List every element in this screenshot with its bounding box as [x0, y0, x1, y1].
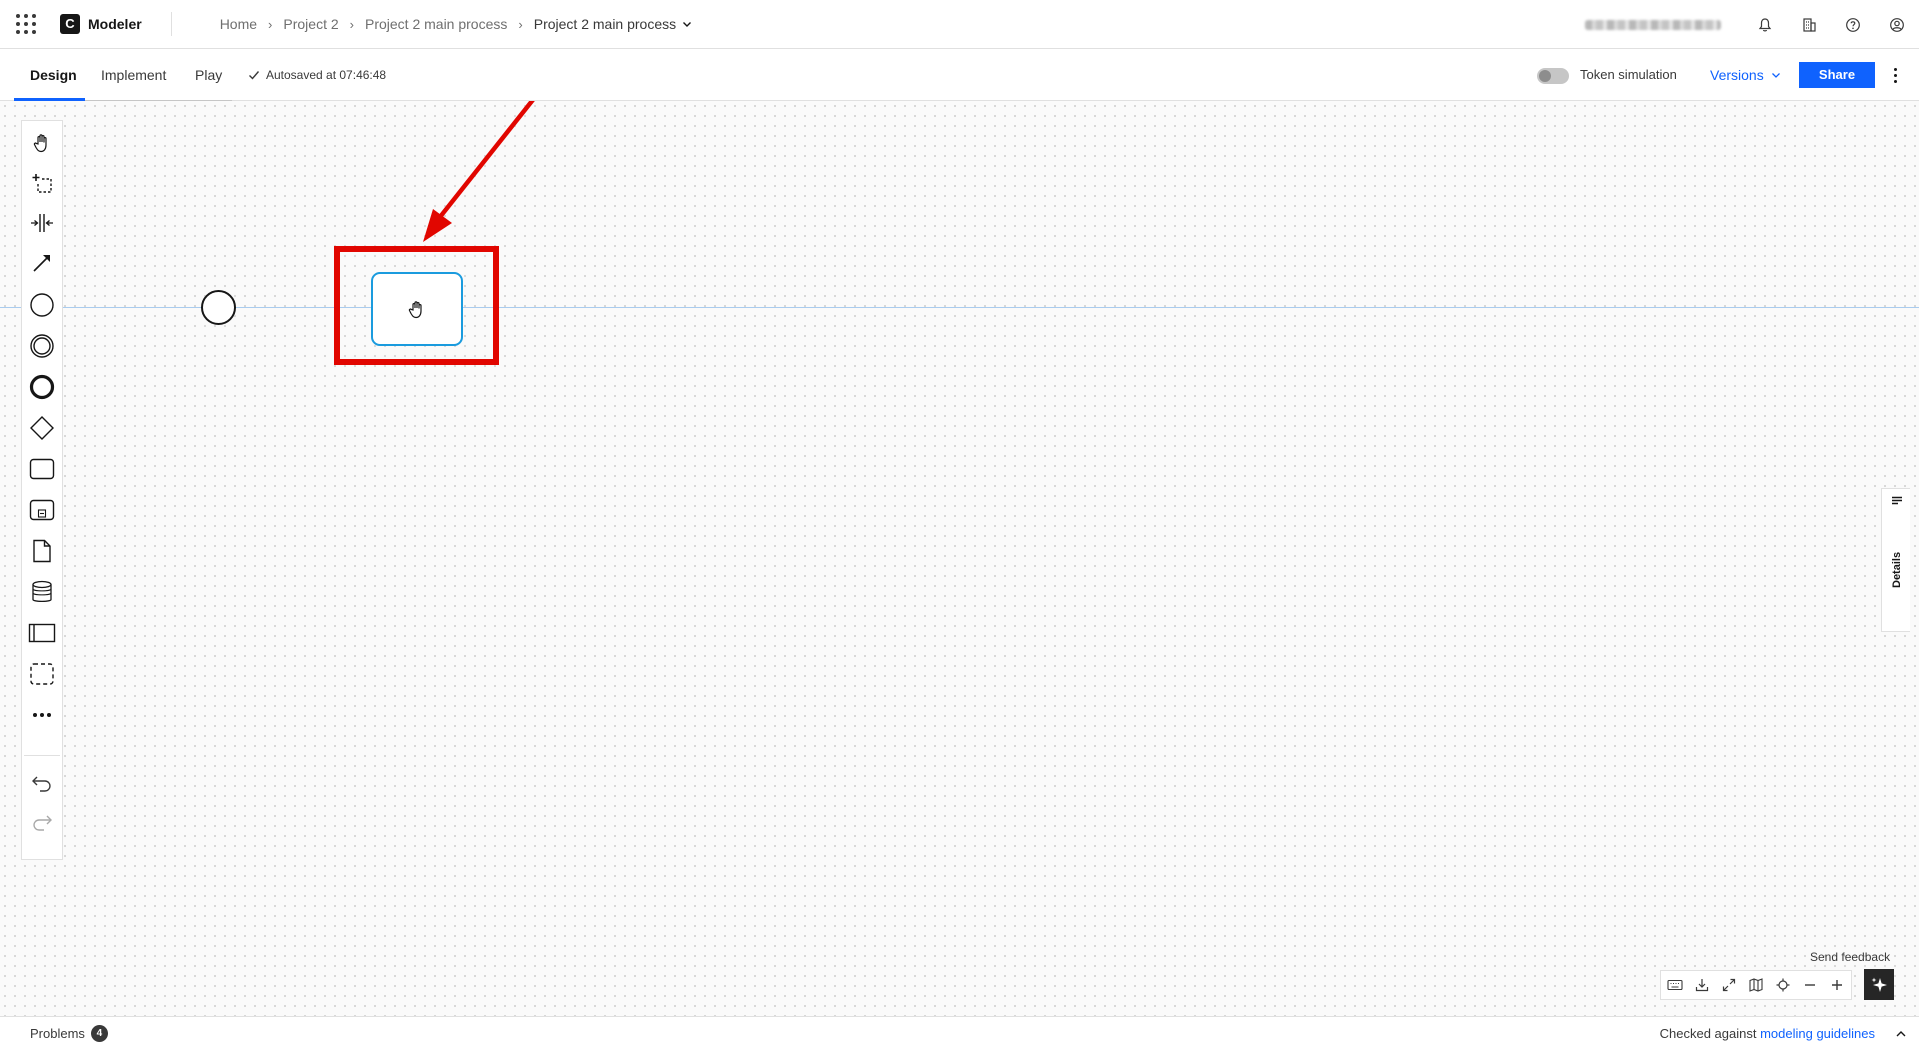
tab-implement[interactable]: Implement: [101, 49, 166, 101]
share-button[interactable]: Share: [1799, 62, 1875, 88]
canvas-controls: [1660, 970, 1852, 1000]
breadcrumb-home[interactable]: Home: [220, 16, 257, 32]
palette-divider: [24, 755, 60, 756]
app-switcher-icon[interactable]: [16, 14, 36, 34]
token-simulation-label: Token simulation: [1580, 67, 1677, 82]
details-panel-toggle[interactable]: Details: [1881, 488, 1910, 632]
intermediate-event-icon[interactable]: [22, 328, 62, 364]
data-store-icon[interactable]: [22, 574, 62, 610]
group-icon[interactable]: [22, 656, 62, 692]
redo-icon[interactable]: [22, 804, 62, 840]
ai-assistant-button[interactable]: [1864, 969, 1894, 1000]
reset-view-icon[interactable]: [1769, 971, 1796, 999]
breadcrumb-current-label: Project 2 main process: [533, 16, 677, 32]
annotation-arrow: [423, 101, 535, 242]
breadcrumb-separator: ›: [268, 16, 273, 32]
subprocess-icon[interactable]: [22, 492, 62, 528]
lane-guide-line: [0, 307, 1919, 308]
top-header: C Modeler Home › Project 2 › Project 2 m…: [0, 0, 1919, 49]
versions-dropdown[interactable]: Versions: [1710, 49, 1781, 101]
notification-icon[interactable]: [1743, 0, 1787, 49]
camunda-logo: C: [60, 14, 80, 34]
overflow-menu-icon[interactable]: [1887, 62, 1903, 88]
breadcrumb-separator: ›: [349, 16, 354, 32]
mode-toolbar: Design Implement Play Autosaved at 07:46…: [0, 49, 1919, 101]
gateway-icon[interactable]: [22, 410, 62, 446]
zoom-in-icon[interactable]: [1823, 971, 1850, 999]
user-name-blurred[interactable]: [1585, 19, 1721, 30]
checkmark-icon: [249, 71, 260, 80]
breadcrumb-process[interactable]: Project 2 main process: [365, 16, 507, 32]
export-download-icon[interactable]: [1688, 971, 1715, 999]
modeling-guidelines-link[interactable]: modeling guidelines: [1760, 1026, 1875, 1041]
help-icon[interactable]: [1831, 0, 1875, 49]
sparkle-icon: [1871, 977, 1887, 992]
problems-bar: Problems 4 Checked against modeling guid…: [0, 1016, 1919, 1049]
details-label: Details: [1891, 551, 1903, 588]
breadcrumb-current-dropdown[interactable]: Project 2 main process: [534, 16, 692, 32]
header-divider: [170, 12, 172, 36]
problems-label: Problems: [30, 1026, 85, 1041]
grab-cursor-icon: [408, 301, 422, 319]
autosave-status: Autosaved at 07:46:48: [248, 49, 386, 101]
minimap-icon[interactable]: [1742, 971, 1769, 999]
task-icon[interactable]: [22, 451, 62, 487]
diagram-canvas[interactable]: Details Send feedback: [0, 101, 1919, 1016]
properties-list-icon: [1892, 496, 1902, 505]
zoom-out-icon[interactable]: [1796, 971, 1823, 999]
breadcrumb-separator: ›: [518, 16, 523, 32]
keyboard-shortcuts-icon[interactable]: [1661, 971, 1688, 999]
more-tools-icon[interactable]: [22, 697, 62, 733]
breadcrumb-project[interactable]: Project 2: [283, 16, 338, 32]
chevron-down-icon: [683, 22, 692, 27]
problems-count-badge: 4: [90, 1025, 108, 1042]
send-feedback-link[interactable]: Send feedback: [1810, 950, 1890, 964]
checked-against-text: Checked against: [1659, 1026, 1757, 1041]
fullscreen-icon[interactable]: [1715, 971, 1742, 999]
breadcrumb: Home › Project 2 › Project 2 main proces…: [220, 16, 692, 32]
pool-participant-icon[interactable]: [22, 615, 62, 651]
guidelines-status: Checked against modeling guidelines: [1660, 1017, 1875, 1049]
chevron-down-icon: [1771, 73, 1780, 78]
undo-icon[interactable]: [22, 765, 62, 801]
user-icon[interactable]: [1875, 0, 1919, 49]
app-name: Modeler: [88, 16, 142, 32]
autosave-text: Autosaved at 07:46:48: [266, 68, 387, 82]
end-event-icon[interactable]: [22, 369, 62, 405]
expand-panel-icon[interactable]: [1895, 1017, 1907, 1049]
problems-toggle[interactable]: Problems 4: [30, 1017, 108, 1049]
data-object-icon[interactable]: [22, 533, 62, 569]
versions-label: Versions: [1710, 67, 1764, 83]
tab-play[interactable]: Play: [195, 49, 222, 101]
token-simulation-toggle[interactable]: [1537, 68, 1569, 84]
organization-icon[interactable]: [1787, 0, 1831, 49]
tab-design[interactable]: Design: [30, 49, 77, 101]
